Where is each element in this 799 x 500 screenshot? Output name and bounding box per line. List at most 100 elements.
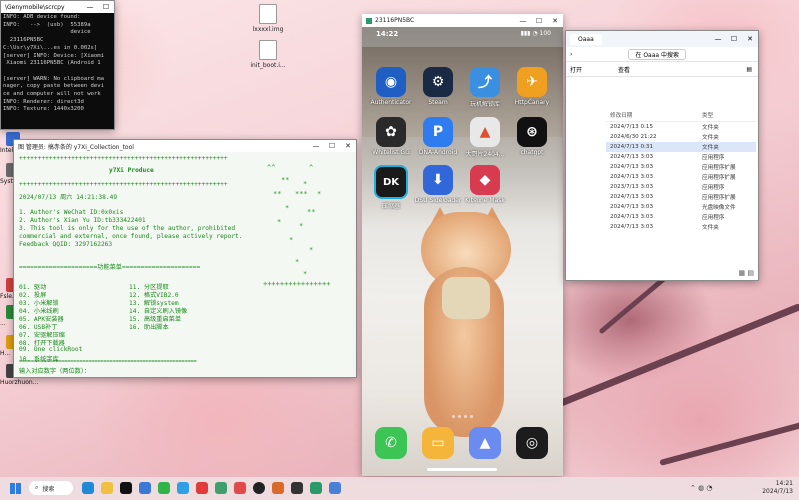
taskbar-search[interactable]: ⌕ 搜索	[29, 481, 73, 495]
view-button[interactable]: 查看	[618, 65, 630, 74]
record-icon[interactable]	[253, 482, 265, 494]
edge-icon[interactable]	[82, 482, 94, 494]
explorer-tab[interactable]: Oaaa	[570, 33, 602, 45]
minimize-button[interactable]: —	[710, 33, 726, 45]
minimize-button[interactable]: —	[82, 1, 98, 13]
terminal-titlebar[interactable]: \Genymobile\scrcpy — ☐	[1, 1, 114, 13]
app-kitsune-mask[interactable]: ◆ Kitsune Mask	[461, 165, 509, 204]
file-list-header: 修改日期 类型	[606, 109, 756, 122]
svg-text:***: ***	[295, 190, 308, 198]
open-button[interactable]: 打开	[570, 65, 582, 74]
input-prompt[interactable]: 输入对应数字（两位数）：	[19, 366, 90, 375]
windows-start-icon[interactable]	[10, 483, 21, 494]
file-icon	[259, 4, 277, 24]
app-dage[interactable]: ▲ 大哥片2404...	[461, 117, 509, 158]
tray-icons[interactable]: ⌃ ◍ ◔	[690, 484, 713, 492]
close-button[interactable]: ✕	[547, 15, 563, 27]
terminal-title: \Genymobile\scrcpy	[5, 3, 65, 11]
details-pane-icon[interactable]: ▤	[746, 66, 752, 73]
close-button[interactable]: ✕	[742, 33, 758, 45]
phone-time: 14:22	[376, 30, 399, 38]
phone-titlebar[interactable]: 23116PN5BC — ☐ ✕	[362, 14, 563, 27]
table-row[interactable]: 2024/6/30 21:22 文件夹	[606, 132, 756, 142]
file-list: 修改日期 类型 2024/7/13 0:15 文件夹 2024/6/30 21:2…	[606, 109, 756, 232]
scrcpy-icon[interactable]	[310, 482, 322, 494]
maximize-button[interactable]: ☐	[324, 140, 340, 152]
menu-item: 09. One clickRoot	[19, 346, 83, 353]
dock-camera[interactable]: ◎	[508, 427, 556, 459]
clock-time: 14:21	[775, 480, 793, 487]
app-compressor[interactable]: DK 压缩器	[367, 165, 415, 210]
app-dsu-sideloader[interactable]: ⬇ DSU Sideloader	[414, 165, 462, 204]
table-row[interactable]: 2024/7/13 3:03 应用程序	[606, 212, 756, 222]
app-authenticator[interactable]: ◉ Authenticator	[367, 67, 415, 106]
photo-icon[interactable]	[272, 482, 284, 494]
close-button[interactable]: ✕	[340, 140, 356, 152]
download-icon: ⬇	[423, 165, 453, 195]
music-icon[interactable]	[196, 482, 208, 494]
app-icon[interactable]	[215, 482, 227, 494]
app-dna-android[interactable]: P DNA-Android	[414, 117, 462, 156]
chevron-right-icon: ›	[570, 50, 573, 58]
chatgpt-icon: ⊛	[517, 117, 547, 147]
share-icon: ⤴	[470, 67, 500, 97]
border-line: ++++++++++++++++++++++++++++++++++++++++…	[19, 181, 228, 188]
qq-icon[interactable]	[120, 482, 132, 494]
app-chatgpt[interactable]: ⊛ chatgpt	[508, 117, 556, 156]
table-row[interactable]: 2023/7/13 3:03 应用程序	[606, 182, 756, 192]
note-line: 3. This tool is only for the use of the …	[19, 225, 236, 232]
files-icon[interactable]	[329, 482, 341, 494]
view-toggle-icons[interactable]: ▦ ▤	[739, 269, 754, 277]
calendar-icon[interactable]	[234, 482, 246, 494]
terminal-window[interactable]: \Genymobile\scrcpy — ☐ INFO: ADB device …	[0, 0, 115, 130]
wechat-icon[interactable]	[158, 482, 170, 494]
minimize-button[interactable]: —	[308, 140, 324, 152]
table-row[interactable]: 2024/7/13 3:03 应用程序	[606, 152, 756, 162]
table-row[interactable]: 2024/7/13 3:03 应用程序扩展	[606, 162, 756, 172]
console-tool-window[interactable]: 图 管理员: 搞赤条的 y7Xi_Collection_tool — ☐ ✕ +…	[13, 139, 357, 378]
table-row-selected[interactable]: 2024/7/13 0:31 文件夹	[606, 142, 756, 152]
svg-text:*: *	[295, 258, 299, 266]
terminal-icon[interactable]	[291, 482, 303, 494]
phone-screen[interactable]: 14:22 ▮▮▮ ◔ 100 ◉ Authenticator ⚙ Steam …	[362, 27, 563, 476]
file-explorer-window[interactable]: Oaaa — ☐ ✕ › 在 Oaaa 中搜索 打开 查看 ▤ 修改日期 类型 …	[565, 30, 759, 281]
section-header: =====================功能菜单===============…	[19, 264, 201, 271]
app-unlock-tool[interactable]: ⤴ 玩机解锁库	[461, 67, 509, 108]
system-clock[interactable]: 14:21 2024/7/13	[762, 480, 799, 496]
bilibili-icon[interactable]	[177, 482, 189, 494]
app-httpcanary[interactable]: ✈ HttpCanary	[508, 67, 556, 106]
tool-titlebar[interactable]: 图 管理员: 搞赤条的 y7Xi_Collection_tool — ☐ ✕	[14, 140, 356, 152]
terminal-output[interactable]: INFO: ADB device found: INFO: --> (usb) …	[1, 13, 114, 115]
taskbar: ⌕ 搜索 ⌃ ◍ ◔ 14:21 2024/7/13	[0, 477, 799, 500]
maximize-button[interactable]: ☐	[726, 33, 742, 45]
maximize-button[interactable]: ☐	[98, 1, 114, 13]
table-row[interactable]: 2024/7/13 3:03 文件夹	[606, 222, 756, 232]
wallpaper-branch	[659, 418, 799, 466]
app-icon	[366, 17, 372, 24]
tool-console[interactable]: ++++++++++++++++++++++++++++++++++++++++…	[14, 152, 356, 377]
dock-phone[interactable]: ✆	[367, 427, 415, 459]
desktop-file-icon[interactable]: lxxxxl.img	[244, 4, 292, 33]
store-icon[interactable]	[139, 482, 151, 494]
table-row[interactable]: 2024/7/13 3:03 光盘映像文件	[606, 202, 756, 212]
dock-gallery[interactable]: ▲	[461, 427, 509, 459]
minimize-button[interactable]: —	[515, 15, 531, 27]
table-row[interactable]: 2024/7/13 3:03 应用程序扩展	[606, 172, 756, 182]
column-type[interactable]: 类型	[702, 111, 756, 119]
desktop-file-icon[interactable]: init_boot.i...	[244, 40, 292, 69]
svg-text:*: *	[277, 218, 281, 226]
column-date[interactable]: 修改日期	[606, 111, 702, 119]
app-whitelist-gg[interactable]: ✿ Whitelist GG	[367, 117, 415, 156]
maximize-button[interactable]: ☐	[531, 15, 547, 27]
divider-line: ========================================…	[19, 359, 197, 365]
search-field[interactable]: 在 Oaaa 中搜索	[628, 48, 686, 60]
dock-notes[interactable]: ▭	[414, 427, 462, 459]
table-row[interactable]: 2024/7/13 3:03 应用程序扩展	[606, 192, 756, 202]
explorer-icon[interactable]	[101, 482, 113, 494]
phone-mirror-window[interactable]: 23116PN5BC — ☐ ✕ 14:22 ▮▮▮ ◔ 100 ◉ Authe…	[362, 14, 563, 476]
desktop-file-label: init_boot.i...	[250, 62, 286, 69]
note-line: 1. Author's WeChat ID:0x0xis	[19, 209, 124, 216]
app-steam[interactable]: ⚙ Steam	[414, 67, 462, 106]
table-row[interactable]: 2024/7/13 0:15 文件夹	[606, 122, 756, 132]
home-indicator[interactable]	[427, 468, 497, 471]
